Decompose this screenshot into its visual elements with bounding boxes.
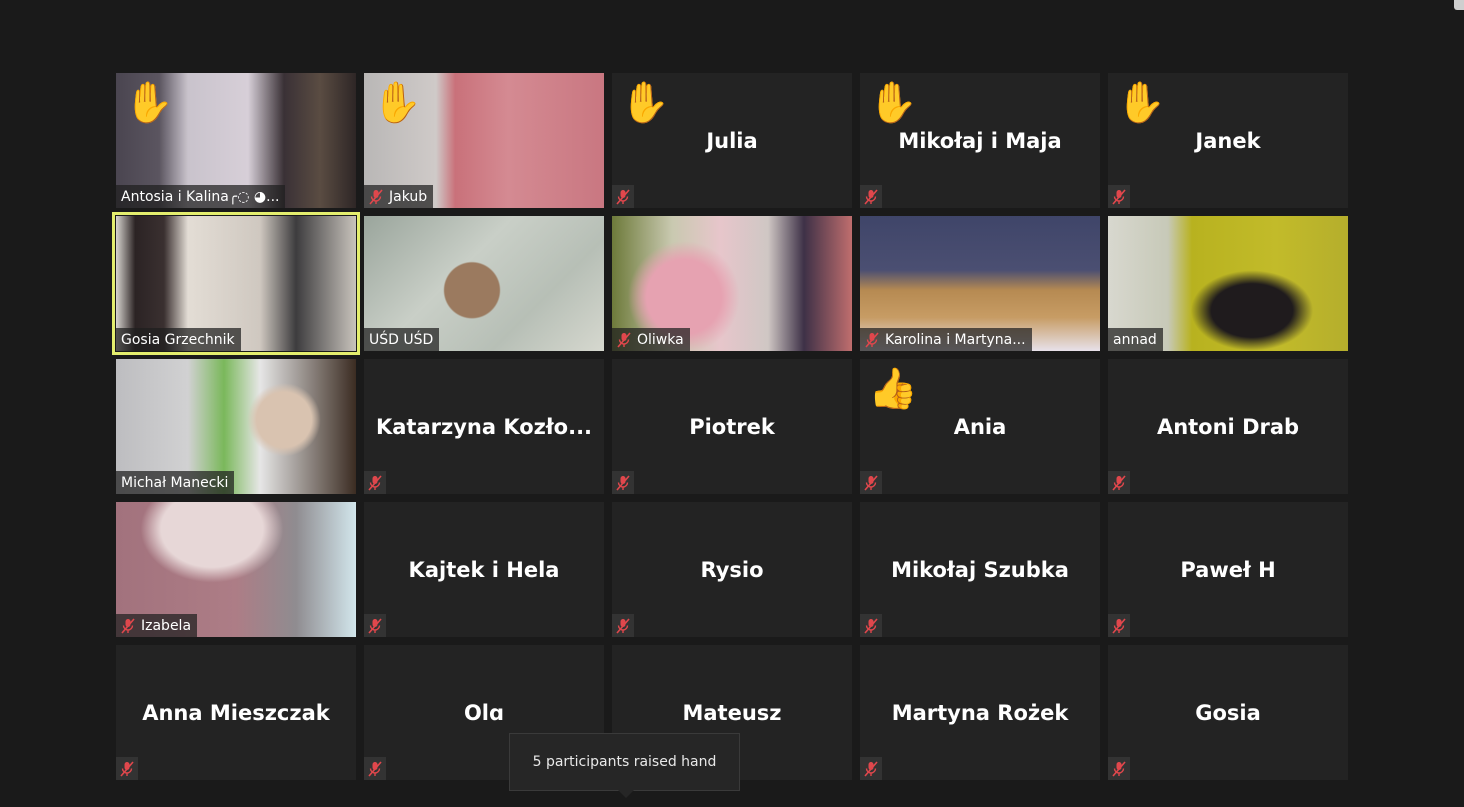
gallery-view: Antosia i Kalina╭◌ ◕... ✋ Jakub ✋ Julia ✋ Miko… bbox=[112, 73, 1348, 780]
participant-tile[interactable]: Piotrek bbox=[612, 359, 852, 494]
participant-name: Olɑ bbox=[463, 700, 505, 725]
participant-name-label: annad bbox=[1108, 328, 1163, 351]
thumbs-up-icon: 👍 bbox=[868, 366, 918, 412]
mic-muted-icon bbox=[364, 471, 386, 494]
participant-name: Mikołaj Szubka bbox=[891, 557, 1069, 582]
participant-name: Antosia i Kalina╭◌ ◕... bbox=[121, 188, 280, 205]
participant-name: Izabela bbox=[141, 617, 192, 634]
raised-hand-icon: ✋ bbox=[1116, 80, 1166, 126]
raised-hands-tooltip-text: 5 participants raised hand bbox=[532, 754, 717, 770]
participant-name: Oliwka bbox=[637, 331, 684, 348]
participant-tile[interactable]: Mikołaj i Maja ✋ bbox=[860, 73, 1100, 208]
participant-tile[interactable]: Ania 👍 bbox=[860, 359, 1100, 494]
participant-tile[interactable]: Michał Manecki bbox=[116, 359, 356, 494]
raised-hand-icon: ✋ bbox=[372, 80, 422, 126]
participant-name-label: Karolina i Martyna... bbox=[860, 328, 1032, 351]
participant-name: Paweł H bbox=[1180, 557, 1276, 582]
participant-tile[interactable]: annad bbox=[1108, 216, 1348, 351]
participant-tile[interactable]: Martyna Rożek bbox=[860, 645, 1100, 780]
participant-name-label: Izabela bbox=[116, 614, 198, 637]
participant-tile[interactable]: Katarzyna Kozło... bbox=[364, 359, 604, 494]
mic-muted-icon bbox=[364, 757, 386, 780]
mic-muted-icon bbox=[617, 331, 631, 348]
participant-tile[interactable]: UŚD UŚD bbox=[364, 216, 604, 351]
participant-name: Anna Mieszczak bbox=[142, 700, 330, 725]
mic-muted-icon bbox=[860, 614, 882, 637]
participant-tile[interactable]: Rysio bbox=[612, 502, 852, 637]
participant-name: Gosia bbox=[1195, 700, 1261, 725]
window-corner-handle[interactable] bbox=[1454, 0, 1464, 10]
mic-muted-icon bbox=[865, 331, 879, 348]
mic-muted-icon bbox=[612, 471, 634, 494]
participant-tile[interactable]: Kajtek i Hela bbox=[364, 502, 604, 637]
participant-name: UŚD UŚD bbox=[369, 331, 434, 348]
participant-name-label: Michał Manecki bbox=[116, 471, 235, 494]
participant-name-label: Jakub bbox=[364, 185, 434, 208]
mic-muted-icon bbox=[1108, 471, 1130, 494]
participant-name: Martyna Rożek bbox=[891, 700, 1069, 725]
participant-name-label: Gosia Grzechnik bbox=[116, 328, 241, 351]
raised-hands-tooltip: 5 participants raised hand bbox=[509, 733, 740, 798]
participant-name: Julia bbox=[706, 128, 758, 153]
mic-muted-icon bbox=[121, 617, 135, 634]
participant-name-label: UŚD UŚD bbox=[364, 328, 440, 351]
participant-tile[interactable]: Antoni Drab bbox=[1108, 359, 1348, 494]
mic-muted-icon bbox=[860, 185, 882, 208]
mic-muted-icon bbox=[1108, 614, 1130, 637]
participant-name: Rysio bbox=[700, 557, 764, 582]
mic-muted-icon bbox=[1108, 185, 1130, 208]
participant-tile[interactable]: Izabela bbox=[116, 502, 356, 637]
participant-tile[interactable]: Karolina i Martyna... bbox=[860, 216, 1100, 351]
mic-muted-icon bbox=[116, 757, 138, 780]
mic-muted-icon bbox=[364, 614, 386, 637]
participant-name: Mateusz bbox=[682, 700, 782, 725]
mic-muted-icon bbox=[612, 614, 634, 637]
participant-name-label: Antosia i Kalina╭◌ ◕... bbox=[116, 185, 286, 208]
participant-name: Gosia Grzechnik bbox=[121, 331, 235, 348]
participant-name: Kajtek i Hela bbox=[408, 557, 560, 582]
participant-name: Piotrek bbox=[689, 414, 775, 439]
mic-muted-icon bbox=[1108, 757, 1130, 780]
participant-name: Katarzyna Kozło... bbox=[375, 414, 593, 439]
participant-name: Mikołaj i Maja bbox=[898, 128, 1062, 153]
participant-name-label: Oliwka bbox=[612, 328, 690, 351]
mic-muted-icon bbox=[612, 185, 634, 208]
raised-hand-icon: ✋ bbox=[620, 80, 670, 126]
raised-hand-icon: ✋ bbox=[868, 80, 918, 126]
participant-tile[interactable]: Anna Mieszczak bbox=[116, 645, 356, 780]
participant-name: Michał Manecki bbox=[121, 474, 229, 491]
participant-tile[interactable]: Paweł H bbox=[1108, 502, 1348, 637]
participant-name: Ania bbox=[953, 414, 1007, 439]
participant-name: Karolina i Martyna... bbox=[885, 331, 1026, 348]
participant-tile[interactable]: Jakub ✋ bbox=[364, 73, 604, 208]
participant-name: annad bbox=[1113, 331, 1157, 348]
participant-name: Antoni Drab bbox=[1156, 414, 1300, 439]
participant-name: Janek bbox=[1195, 128, 1261, 153]
mic-muted-icon bbox=[860, 757, 882, 780]
participant-tile[interactable]: Mikołaj Szubka bbox=[860, 502, 1100, 637]
participant-name: Jakub bbox=[389, 188, 428, 205]
participant-tile[interactable]: Oliwka bbox=[612, 216, 852, 351]
participant-tile[interactable]: Antosia i Kalina╭◌ ◕... ✋ bbox=[116, 73, 356, 208]
participant-tile[interactable]: Julia ✋ bbox=[612, 73, 852, 208]
participant-tile[interactable]: Gosia bbox=[1108, 645, 1348, 780]
participant-tile[interactable]: Janek ✋ bbox=[1108, 73, 1348, 208]
mic-muted-icon bbox=[369, 188, 383, 205]
raised-hand-icon: ✋ bbox=[124, 80, 174, 126]
participant-tile[interactable]: Gosia Grzechnik bbox=[112, 212, 360, 355]
mic-muted-icon bbox=[860, 471, 882, 494]
